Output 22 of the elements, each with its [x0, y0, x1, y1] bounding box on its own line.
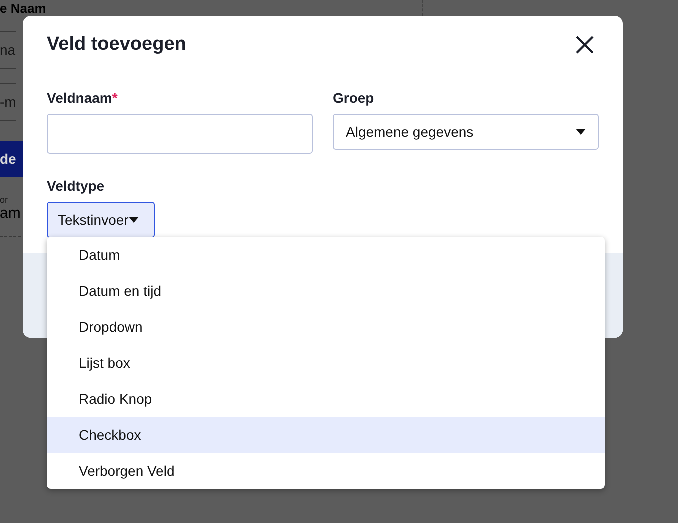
field-label: Veldtype — [47, 178, 106, 194]
name-input[interactable] — [47, 114, 313, 154]
menu-item[interactable]: Radio Knop — [47, 381, 605, 417]
type-select[interactable]: Tekstinvoer — [47, 202, 155, 238]
close-button[interactable] — [574, 34, 596, 56]
close-icon — [574, 34, 596, 56]
field-caption: or — [0, 195, 8, 205]
column-header: e Naam — [0, 1, 46, 18]
menu-item[interactable]: Verborgen Veld — [47, 453, 605, 489]
submit-button[interactable]: de — [0, 141, 23, 177]
field-label: Veldnaam* — [47, 90, 119, 106]
menu-item[interactable]: Datum — [47, 237, 605, 273]
menu-item[interactable]: Lijst box — [47, 345, 605, 381]
field-label: Groep — [333, 90, 376, 106]
field-value: am — [0, 205, 21, 237]
menu-item[interactable]: Checkbox — [47, 417, 605, 453]
menu-item[interactable]: Dropdown — [47, 309, 605, 345]
group-select[interactable]: Algemene gegevens — [333, 114, 599, 150]
menu-item[interactable]: Datum en tijd — [47, 273, 605, 309]
caret-icon — [128, 217, 139, 223]
dialog-title: Veld toevoegen — [47, 34, 186, 56]
caret-icon — [576, 129, 586, 135]
